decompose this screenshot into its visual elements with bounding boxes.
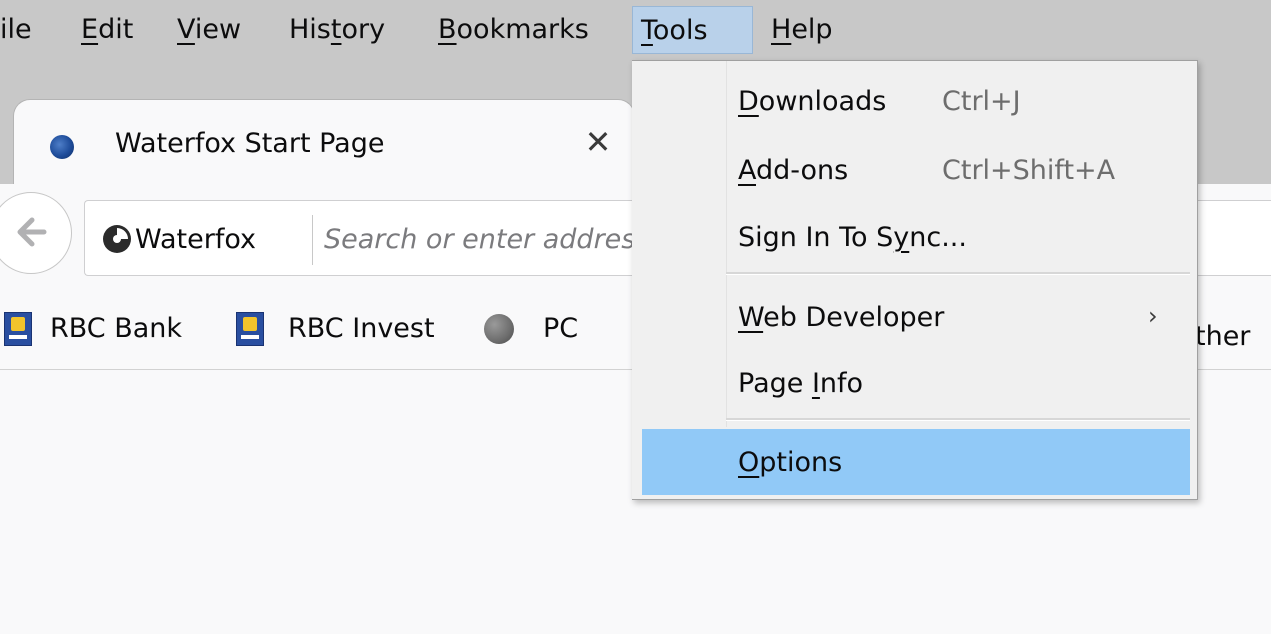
- menu-item-webdev-label: Web Developer: [738, 286, 944, 350]
- waterfox-identity-icon: [103, 225, 131, 253]
- bookmark-pc[interactable]: PC: [543, 305, 578, 353]
- menu-item-downloads-label: Downloads: [738, 70, 886, 134]
- pageinfo-rest: nfo: [819, 368, 864, 399]
- options-rest: ptions: [759, 447, 843, 478]
- menu-view[interactable]: View: [169, 6, 249, 54]
- menu-item-options[interactable]: [642, 429, 1190, 495]
- menu-help-accel: H: [771, 14, 792, 45]
- menu-file-label: ile: [0, 14, 32, 45]
- menu-item-sync-label: Sign In To Sync...: [738, 206, 967, 270]
- waterfox-favicon-icon: [50, 135, 74, 159]
- addons-accel: A: [738, 155, 756, 186]
- menu-file[interactable]: ile: [0, 6, 40, 54]
- menu-help-rest: elp: [791, 14, 833, 45]
- menu-history[interactable]: History: [281, 6, 393, 54]
- menu-tools-accel: T: [641, 15, 653, 46]
- bookmark-rbc-invest[interactable]: RBC Invest: [288, 305, 435, 353]
- other-bookmarks[interactable]: ther: [1195, 313, 1250, 361]
- menu-bookmarks[interactable]: Bookmarks: [430, 6, 597, 54]
- menu-tools-rest: ools: [652, 15, 708, 46]
- tab-title: Waterfox Start Page: [115, 128, 385, 159]
- sync-pre: Sign In To S: [738, 222, 894, 253]
- menu-view-accel: V: [177, 14, 195, 45]
- pageinfo-pre: Page: [738, 368, 812, 399]
- rbc-bank-icon: [4, 312, 32, 346]
- sync-accel: y: [893, 222, 910, 253]
- menu-edit-accel: E: [81, 14, 99, 45]
- back-arrow-icon: [17, 217, 47, 247]
- globe-icon: [484, 314, 514, 344]
- menu-tools[interactable]: Tools: [632, 6, 753, 54]
- downloads-rest: ownloads: [758, 86, 887, 117]
- downloads-accel: D: [738, 86, 759, 117]
- menu-item-addons-label: Add-ons: [738, 139, 848, 203]
- menu-item-downloads[interactable]: [642, 70, 1190, 134]
- submenu-arrow-icon: ›: [1148, 302, 1158, 330]
- menu-separator: [726, 272, 1190, 275]
- addons-rest: dd-ons: [756, 155, 849, 186]
- menu-edit[interactable]: Edit: [73, 6, 141, 54]
- bookmark-rbc-bank[interactable]: RBC Bank: [50, 305, 182, 353]
- menu-history-rest: ory: [341, 14, 386, 45]
- menu-bookmarks-rest: ookmarks: [456, 14, 589, 45]
- identity-label[interactable]: Waterfox: [135, 216, 256, 264]
- menu-bookmarks-accel: B: [438, 14, 457, 45]
- menu-item-pageinfo-label: Page Info: [738, 352, 863, 416]
- addons-shortcut: Ctrl+Shift+A: [942, 155, 1116, 186]
- webdev-accel: W: [738, 302, 764, 333]
- rbc-invest-icon: [236, 312, 264, 346]
- menu-view-rest: iew: [194, 14, 242, 45]
- menu-edit-rest: dit: [98, 14, 134, 45]
- downloads-shortcut: Ctrl+J: [942, 86, 1021, 117]
- webdev-rest: eb Developer: [763, 302, 945, 333]
- options-accel: O: [738, 447, 760, 478]
- menu-separator: [726, 418, 1190, 421]
- menu-bar: ile Edit View History Bookmarks Tools He…: [0, 0, 1271, 60]
- url-divider: [312, 215, 313, 265]
- sync-rest: nc...: [909, 222, 967, 253]
- menu-history-pre: His: [289, 14, 331, 45]
- menu-history-accel: t: [330, 14, 342, 45]
- menu-item-options-label: Options: [738, 431, 842, 495]
- menu-help[interactable]: Help: [763, 6, 841, 54]
- pageinfo-accel: I: [811, 368, 820, 399]
- menu-item-page-info[interactable]: [642, 352, 1190, 416]
- close-tab-icon[interactable]: ✕: [578, 118, 618, 166]
- url-input[interactable]: [324, 214, 634, 264]
